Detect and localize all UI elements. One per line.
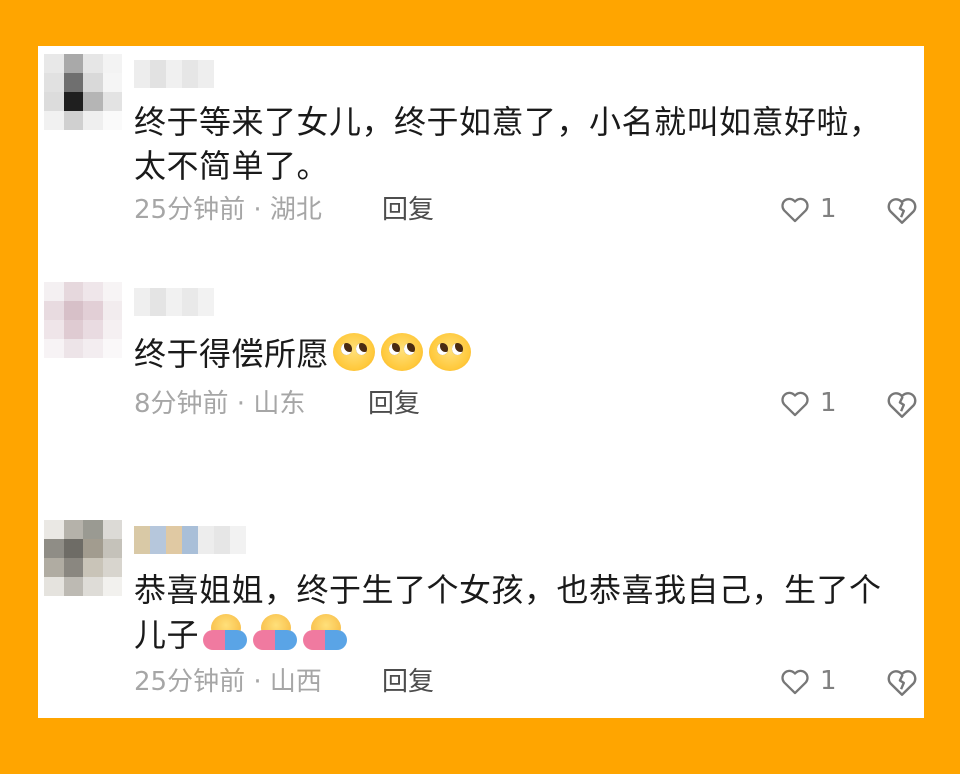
comment-text-block: 恭喜姐姐，终于生了个女孩，也恭喜我自己，生了个儿子 (134, 568, 894, 657)
heart-outline-icon (778, 192, 812, 226)
comment-list: 终于等来了女儿，终于如意了，小名就叫如意好啦，太不简单了。 25分钟前 · 湖北… (38, 46, 924, 718)
comment-meta: 25分钟前 · 湖北 (134, 194, 322, 226)
comment-text: 终于得偿所愿 (134, 335, 330, 373)
people-hugging-emoji (203, 612, 248, 652)
emoji-group (203, 612, 348, 652)
comment-text-line: 终于得偿所愿 (134, 332, 894, 376)
pleading-face-emoji (381, 333, 424, 371)
comment-text: 终于等来了女儿，终于如意了，小名就叫如意好啦，太不简单了。 (134, 103, 882, 185)
meta-separator: · (228, 389, 254, 419)
like-button[interactable]: 1 (778, 192, 837, 226)
avatar[interactable] (44, 54, 122, 130)
username-blurred[interactable] (134, 526, 246, 554)
heart-outline-icon (778, 386, 812, 420)
broken-heart-outline-icon[interactable] (884, 192, 920, 228)
like-button[interactable]: 1 (778, 386, 837, 420)
people-hugging-emoji (253, 612, 298, 652)
comment-time: 25分钟前 (134, 667, 246, 697)
pleading-face-emoji (429, 333, 472, 371)
reply-button[interactable]: 回复 (382, 194, 434, 226)
comment-location: 山东 (253, 389, 306, 419)
reply-button[interactable]: 回复 (382, 666, 434, 698)
comment-time: 25分钟前 (134, 195, 246, 225)
meta-separator: · (245, 195, 270, 225)
emoji-group (333, 333, 472, 371)
like-button[interactable]: 1 (778, 664, 837, 698)
like-count: 1 (820, 666, 837, 696)
meta-separator: · (245, 667, 270, 697)
comment-meta: 25分钟前 · 山西 (134, 666, 322, 698)
people-hugging-emoji (303, 612, 348, 652)
like-count: 1 (820, 194, 837, 224)
like-count: 1 (820, 388, 837, 418)
comment-location: 山西 (269, 667, 322, 697)
reply-button[interactable]: 回复 (368, 388, 420, 420)
username-blurred[interactable] (134, 60, 214, 88)
broken-heart-outline-icon[interactable] (884, 664, 920, 700)
avatar[interactable] (44, 520, 122, 596)
broken-heart-outline-icon[interactable] (884, 386, 920, 422)
avatar[interactable] (44, 282, 122, 358)
comment-time: 8分钟前 (134, 389, 229, 419)
pleading-face-emoji (333, 333, 376, 371)
comment-location: 湖北 (269, 195, 322, 225)
heart-outline-icon (778, 664, 812, 698)
username-blurred[interactable] (134, 288, 214, 316)
comment-meta: 8分钟前 · 山东 (134, 388, 305, 420)
